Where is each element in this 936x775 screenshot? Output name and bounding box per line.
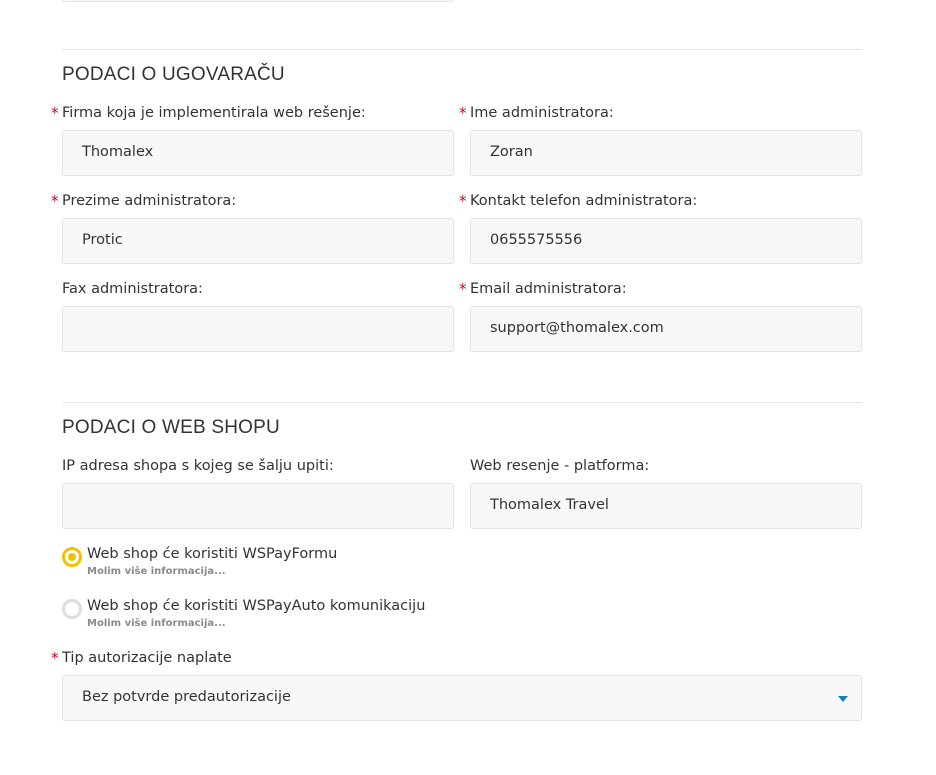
auth-type-select[interactable]: Bez potvrde predautorizacije: [62, 675, 862, 721]
radio-wspay-auto-label[interactable]: Web shop će koristiti WSPayAuto komunika…: [87, 598, 425, 614]
more-info-link[interactable]: Molim više informacija...: [87, 618, 226, 629]
admin-surname-input-value: Protic: [82, 232, 123, 248]
admin-phone-input[interactable]: 0655575556: [470, 218, 862, 264]
ip-label: IP adresa shopa s kojeg se šalju upiti:: [62, 458, 334, 474]
required-marker: *: [51, 649, 59, 667]
radio-selected-dot: [68, 553, 76, 561]
admin-name-input-value: Zoran: [490, 144, 533, 160]
admin-name-input[interactable]: Zoran: [470, 130, 862, 176]
platform-label: Web resenje - platforma:: [470, 458, 650, 474]
required-marker: *: [51, 104, 59, 122]
required-marker: *: [459, 192, 467, 210]
company-label: Firma koja je implementirala web rešenje…: [62, 105, 366, 121]
company-input[interactable]: Thomalex: [62, 130, 454, 176]
section-divider: [62, 49, 862, 50]
radio-wspay-form-label[interactable]: Web shop će koristiti WSPayFormu: [87, 546, 337, 562]
admin-phone-input-value: 0655575556: [490, 232, 583, 248]
admin-name-label: Ime administratora:: [470, 105, 614, 121]
platform-input[interactable]: Thomalex Travel: [470, 483, 862, 529]
admin-fax-input[interactable]: [62, 306, 454, 352]
admin-email-input[interactable]: support@thomalex.com: [470, 306, 862, 352]
admin-surname-input[interactable]: Protic: [62, 218, 454, 264]
company-input-value: Thomalex: [82, 144, 154, 160]
radio-wspay-auto[interactable]: [62, 599, 82, 619]
admin-email-label: Email administratora:: [470, 281, 627, 297]
section-title-webshop: PODACI O WEB SHOPU: [62, 417, 280, 438]
admin-email-input-value: support@thomalex.com: [490, 320, 664, 336]
auth-type-select-value: Bez potvrde predautorizacije: [82, 689, 291, 705]
previous-field-bottom: [62, 0, 454, 2]
required-marker: *: [51, 192, 59, 210]
required-marker: *: [459, 280, 467, 298]
admin-fax-label: Fax administratora:: [62, 281, 203, 297]
ip-input[interactable]: [62, 483, 454, 529]
section-divider: [62, 402, 862, 403]
section-title-contractor: PODACI O UGOVARAČU: [62, 64, 285, 85]
radio-wspay-form[interactable]: [62, 547, 82, 567]
required-marker: *: [459, 104, 467, 122]
admin-phone-label: Kontakt telefon administratora:: [470, 193, 698, 209]
platform-input-value: Thomalex Travel: [490, 497, 609, 513]
admin-surname-label: Prezime administratora:: [62, 193, 237, 209]
chevron-down-icon[interactable]: [838, 696, 848, 702]
more-info-link[interactable]: Molim više informacija...: [87, 566, 226, 577]
auth-type-label: Tip autorizacije naplate: [62, 650, 232, 666]
